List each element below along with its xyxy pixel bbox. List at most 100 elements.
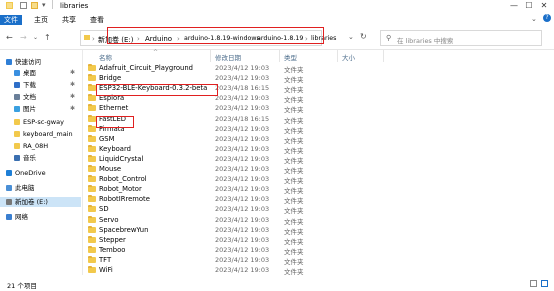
sidebar-item-desktop[interactable]: 桌面 bbox=[14, 68, 36, 78]
file-row[interactable]: Keyboard 2023/4/12 19:03 文件夹 bbox=[83, 144, 554, 155]
sidebar-item-esp-sc-gway[interactable]: ESP-sc-gway bbox=[14, 117, 64, 127]
folder-icon bbox=[88, 215, 96, 223]
file-row[interactable]: Mouse 2023/4/12 19:03 文件夹 bbox=[83, 164, 554, 175]
file-row[interactable]: Servo 2023/4/12 19:03 文件夹 bbox=[83, 215, 554, 226]
file-name: Temboo bbox=[99, 245, 126, 254]
file-row[interactable]: Stepper 2023/4/12 19:03 文件夹 bbox=[83, 235, 554, 246]
vertical-scrollbar[interactable] bbox=[545, 63, 551, 273]
file-date: 2023/4/12 19:03 bbox=[215, 215, 270, 224]
sidebar-item-label: 快速访问 bbox=[15, 58, 41, 66]
file-row[interactable]: Ethernet 2023/4/12 19:03 文件夹 bbox=[83, 103, 554, 114]
sidebar-item-pictures[interactable]: 图片 bbox=[14, 104, 36, 114]
sidebar-item-downloads[interactable]: 下载 bbox=[14, 80, 36, 90]
file-row[interactable]: RobotIRremote 2023/4/12 19:03 文件夹 bbox=[83, 194, 554, 205]
refresh-icon[interactable]: ↻ bbox=[360, 32, 367, 41]
file-name: Ethernet bbox=[99, 104, 129, 113]
file-date: 2023/4/12 19:03 bbox=[215, 74, 270, 83]
recent-locations-icon[interactable]: ⌄ bbox=[33, 34, 38, 41]
sidebar-item-keyboard-main[interactable]: keyboard_main bbox=[14, 129, 73, 139]
file-row[interactable]: SpacebrewYun 2023/4/12 19:03 文件夹 bbox=[83, 225, 554, 236]
column-header-date[interactable]: 修改日期 bbox=[215, 52, 241, 62]
maximize-icon[interactable]: ☐ bbox=[522, 1, 536, 11]
folder-icon bbox=[88, 175, 96, 183]
folder-icon bbox=[88, 144, 96, 152]
computer-icon bbox=[6, 185, 12, 191]
sidebar-item-music[interactable]: 音乐 bbox=[14, 153, 36, 163]
cloud-icon bbox=[6, 170, 12, 176]
column-divider[interactable] bbox=[337, 50, 338, 62]
file-row[interactable]: Robot_Motor 2023/4/12 19:03 文件夹 bbox=[83, 184, 554, 195]
file-row[interactable]: Temboo 2023/4/12 19:03 文件夹 bbox=[83, 245, 554, 256]
quick-access-dropdown-icon[interactable]: ▾ bbox=[42, 1, 46, 9]
column-divider[interactable] bbox=[383, 50, 384, 62]
file-row[interactable]: Firmata 2023/4/12 19:03 文件夹 bbox=[83, 124, 554, 135]
up-icon[interactable]: ↑ bbox=[44, 33, 51, 42]
back-icon[interactable]: ← bbox=[6, 33, 13, 42]
file-row[interactable]: Bridge 2023/4/12 19:03 文件夹 bbox=[83, 73, 554, 84]
column-divider[interactable] bbox=[279, 50, 280, 62]
tab-view[interactable]: 查看 bbox=[86, 15, 108, 25]
file-row[interactable]: Robot_Control 2023/4/12 19:03 文件夹 bbox=[83, 174, 554, 185]
file-date: 2023/4/12 19:03 bbox=[215, 175, 270, 184]
details-view-icon[interactable] bbox=[530, 280, 537, 287]
file-row[interactable]: WiFi 2023/4/12 19:03 文件夹 bbox=[83, 265, 554, 276]
file-row[interactable]: LiquidCrystal 2023/4/12 19:03 文件夹 bbox=[83, 154, 554, 165]
column-header-type[interactable]: 类型 bbox=[284, 52, 297, 62]
sidebar-item-onedrive[interactable]: OneDrive bbox=[6, 168, 46, 178]
status-bar: 21 个项目 bbox=[0, 278, 554, 291]
search-input[interactable]: ⚲ 在 libraries 中搜索 bbox=[380, 30, 542, 46]
sidebar-item-label: 音乐 bbox=[23, 154, 36, 162]
file-date: 2023/4/12 19:03 bbox=[215, 205, 270, 214]
sidebar-item-drive-e[interactable]: 新加卷 (E:) bbox=[0, 197, 81, 207]
minimize-icon[interactable]: — bbox=[507, 1, 521, 11]
sidebar-item-quick-access[interactable]: 快速访问 bbox=[6, 57, 41, 67]
music-icon bbox=[14, 155, 20, 161]
file-row[interactable]: Adafruit_Circuit_Playground 2023/4/12 19:… bbox=[83, 63, 554, 74]
folder-icon bbox=[88, 134, 96, 142]
file-date: 2023/4/18 16:15 bbox=[215, 114, 270, 123]
sidebar-item-this-pc[interactable]: 此电脑 bbox=[6, 183, 35, 193]
file-date: 2023/4/12 19:03 bbox=[215, 195, 270, 204]
search-placeholder: 在 libraries 中搜索 bbox=[397, 37, 454, 45]
file-row[interactable]: SD 2023/4/12 19:03 文件夹 bbox=[83, 204, 554, 215]
folder-icon bbox=[88, 195, 96, 203]
sidebar-item-label: 此电脑 bbox=[15, 184, 35, 192]
row-highlight-box bbox=[96, 84, 218, 96]
file-name: RobotIRremote bbox=[99, 195, 150, 204]
column-divider[interactable] bbox=[210, 50, 211, 62]
expand-ribbon-icon[interactable]: ⌄ bbox=[531, 15, 537, 23]
new-folder-icon[interactable] bbox=[31, 2, 38, 9]
tab-home[interactable]: 主页 bbox=[30, 15, 52, 25]
sidebar-item-ra-08h[interactable]: RA_08H bbox=[14, 141, 48, 151]
folder-icon bbox=[88, 94, 96, 102]
sidebar-item-network[interactable]: 网络 bbox=[6, 212, 28, 222]
large-icons-view-icon[interactable] bbox=[541, 280, 548, 287]
file-date: 2023/4/12 19:03 bbox=[215, 185, 270, 194]
properties-icon[interactable] bbox=[20, 2, 27, 9]
file-date: 2023/4/12 19:03 bbox=[215, 266, 270, 274]
file-name: Mouse bbox=[99, 165, 122, 173]
sidebar-item-documents[interactable]: 文档 bbox=[14, 92, 36, 102]
file-name: Robot_Motor bbox=[99, 185, 142, 194]
file-row[interactable]: GSM 2023/4/12 19:03 文件夹 bbox=[83, 134, 554, 145]
help-icon[interactable]: ? bbox=[543, 14, 551, 22]
address-highlight-box bbox=[107, 27, 324, 44]
column-header-size[interactable]: 大小 bbox=[342, 52, 355, 62]
sidebar-item-label: RA_08H bbox=[23, 142, 49, 150]
close-icon[interactable]: ✕ bbox=[537, 1, 551, 11]
address-dropdown-icon[interactable]: ⌄ bbox=[348, 33, 354, 41]
folder-icon bbox=[88, 245, 96, 253]
file-name: Bridge bbox=[99, 74, 122, 83]
pin-icon: ✱ bbox=[70, 69, 76, 76]
desktop-icon bbox=[14, 70, 20, 76]
file-row[interactable]: FastLED 2023/4/18 16:15 文件夹 bbox=[83, 114, 554, 125]
file-date: 2023/4/12 19:03 bbox=[215, 134, 270, 143]
file-date: 2023/4/12 19:03 bbox=[215, 144, 270, 153]
tab-file[interactable]: 文件 bbox=[0, 15, 22, 25]
tab-share[interactable]: 共享 bbox=[58, 15, 80, 25]
file-name: WiFi bbox=[99, 266, 113, 274]
file-row[interactable]: TFT 2023/4/12 19:03 文件夹 bbox=[83, 255, 554, 266]
forward-icon[interactable]: → bbox=[20, 33, 27, 42]
column-header-name[interactable]: 名称 bbox=[99, 52, 112, 62]
row-highlight-box bbox=[96, 116, 134, 128]
